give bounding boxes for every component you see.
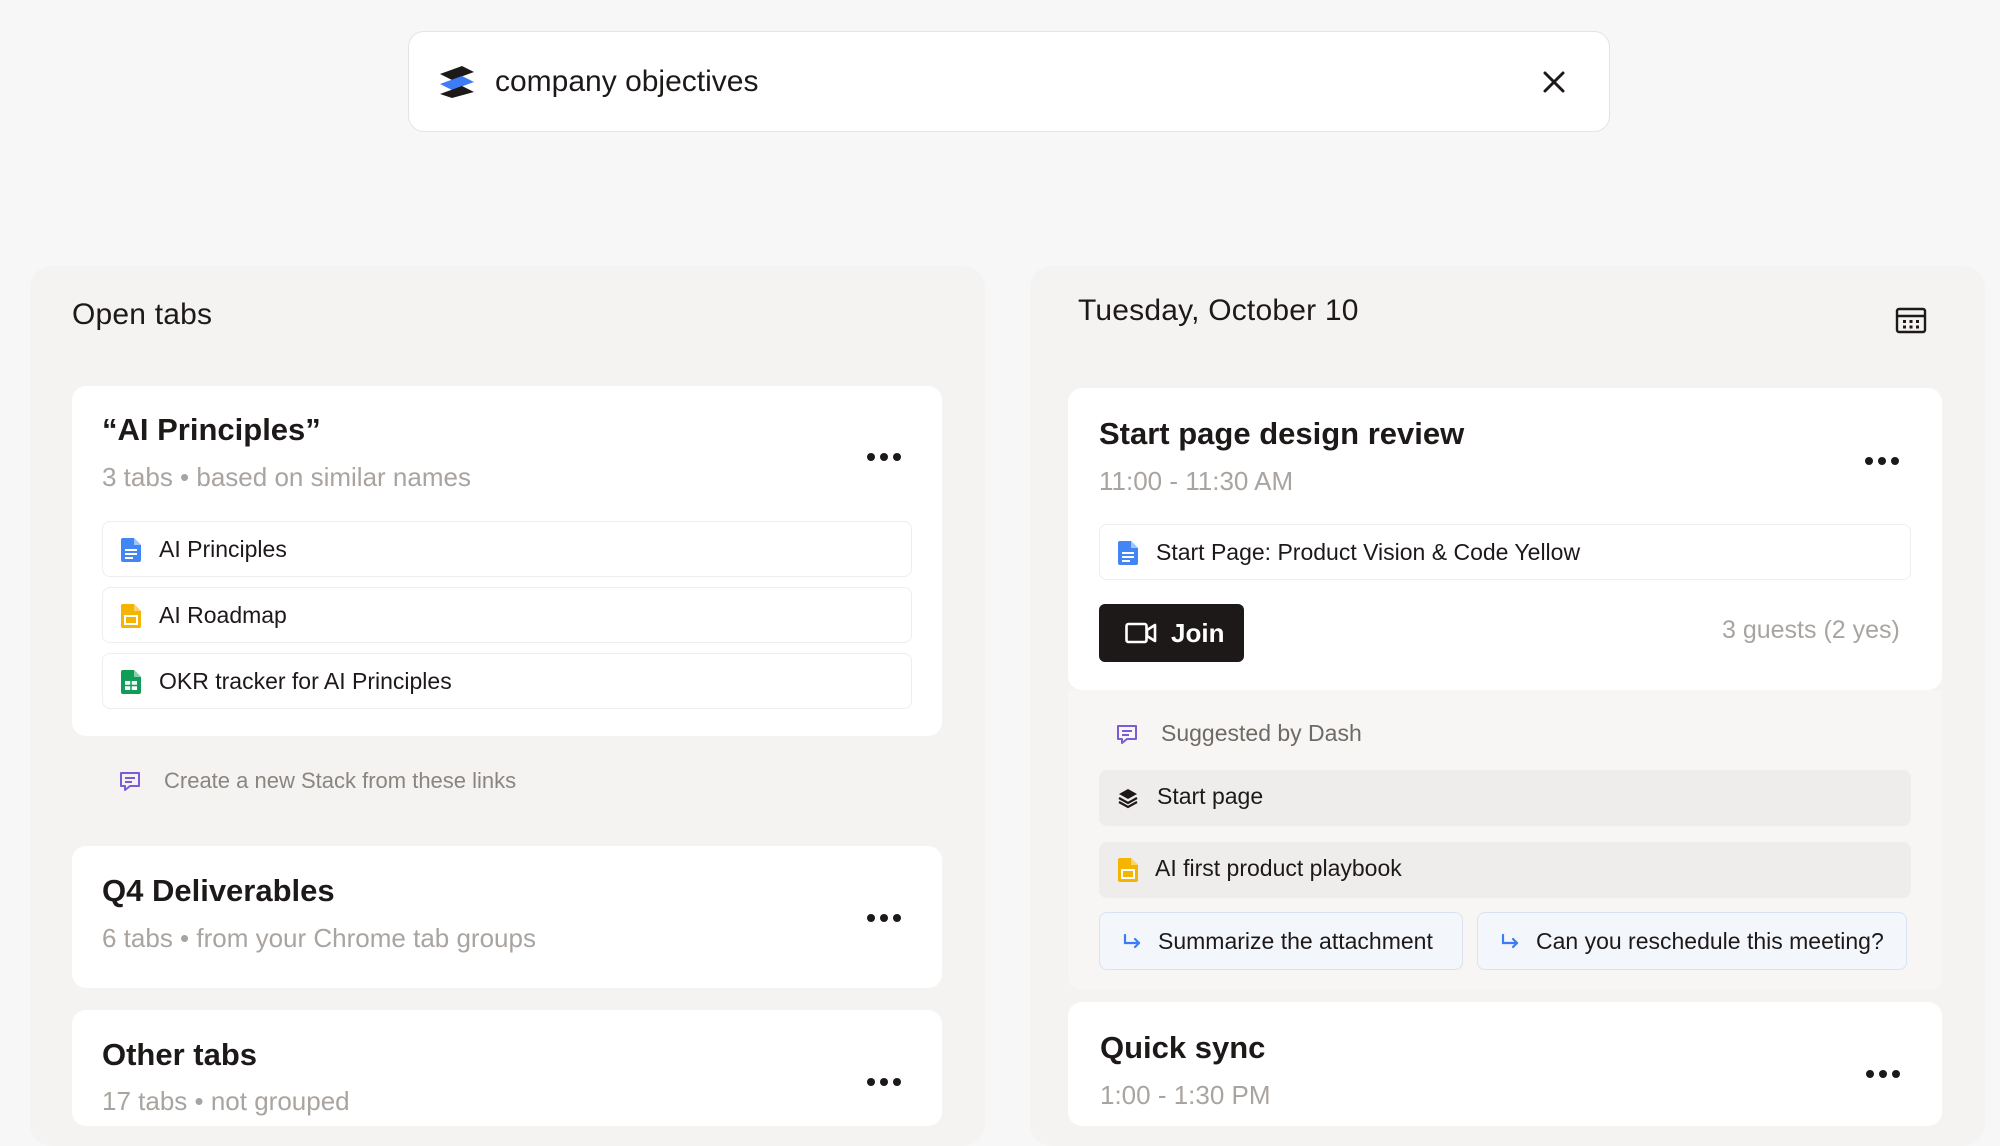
stack-icon (1118, 789, 1138, 809)
more-options-icon[interactable] (1865, 455, 1899, 467)
join-button[interactable]: Join (1099, 604, 1244, 662)
google-slides-icon (1118, 858, 1138, 882)
event-time: 1:00 - 1:30 PM (1100, 1080, 1271, 1110)
tab-link-label: AI Roadmap (159, 601, 287, 628)
tab-group-card[interactable] (72, 846, 942, 988)
open-tabs-title: Open tabs (72, 298, 213, 331)
tab-group-title: Other tabs (102, 1037, 258, 1072)
attachment-label: Start Page: Product Vision & Code Yellow (1156, 538, 1581, 565)
calendar-icon[interactable] (1895, 306, 1927, 334)
search-bar[interactable] (408, 31, 1610, 132)
create-stack-label: Create a new Stack from these links (164, 768, 517, 793)
create-stack-button[interactable]: Create a new Stack from these links (118, 768, 516, 794)
reply-arrow-icon (1501, 933, 1519, 949)
tab-link-item[interactable]: AI Principles (102, 521, 912, 577)
video-camera-icon (1125, 622, 1157, 644)
event-time: 11:00 - 11:30 AM (1099, 466, 1294, 496)
more-options-icon[interactable] (867, 912, 901, 924)
tab-link-label: OKR tracker for AI Principles (159, 667, 452, 694)
google-doc-icon (1118, 541, 1138, 565)
tab-group-title: Q4 Deliverables (102, 873, 335, 908)
suggested-by-label: Suggested by Dash (1161, 720, 1362, 746)
more-options-icon[interactable] (1866, 1068, 1900, 1080)
close-icon[interactable] (1539, 67, 1569, 97)
google-slides-icon (121, 604, 141, 628)
more-options-icon[interactable] (867, 451, 901, 463)
tab-link-item[interactable]: OKR tracker for AI Principles (102, 653, 912, 709)
reschedule-action-chip[interactable]: Can you reschedule this meeting? (1477, 912, 1907, 970)
guest-count: 3 guests (2 yes) (1722, 616, 1900, 644)
google-doc-icon (121, 538, 141, 562)
event-title: Quick sync (1100, 1030, 1266, 1065)
event-title: Start page design review (1099, 416, 1465, 451)
suggestion-item[interactable]: AI first product playbook (1099, 842, 1911, 898)
tab-link-item[interactable]: AI Roadmap (102, 587, 912, 643)
suggested-by-label-row: Suggested by Dash (1115, 720, 1362, 747)
search-input[interactable] (495, 54, 1415, 110)
google-sheets-icon (121, 670, 141, 694)
join-label: Join (1171, 617, 1225, 648)
suggestion-label: AI first product playbook (1155, 855, 1402, 881)
more-options-icon[interactable] (867, 1076, 901, 1088)
tab-group-subtitle: 3 tabs • based on similar names (102, 462, 471, 492)
dash-logo-icon (440, 66, 474, 98)
action-label: Can you reschedule this meeting? (1536, 927, 1884, 954)
suggestion-item[interactable]: Start page (1099, 770, 1911, 826)
tab-group-title: “AI Principles” (102, 412, 321, 447)
event-attachment[interactable]: Start Page: Product Vision & Code Yellow (1099, 524, 1911, 580)
summarize-action-chip[interactable]: Summarize the attachment (1099, 912, 1463, 970)
calendar-date: Tuesday, October 10 (1078, 294, 1359, 327)
tab-group-subtitle: 6 tabs • from your Chrome tab groups (102, 923, 536, 953)
reply-arrow-icon (1123, 933, 1141, 949)
action-label: Summarize the attachment (1158, 927, 1433, 954)
suggestion-label: Start page (1157, 783, 1264, 809)
tab-group-subtitle: 17 tabs • not grouped (102, 1086, 350, 1116)
tab-link-label: AI Principles (159, 535, 287, 562)
chat-suggestion-icon (120, 772, 140, 791)
chat-suggestion-icon (1117, 724, 1137, 744)
